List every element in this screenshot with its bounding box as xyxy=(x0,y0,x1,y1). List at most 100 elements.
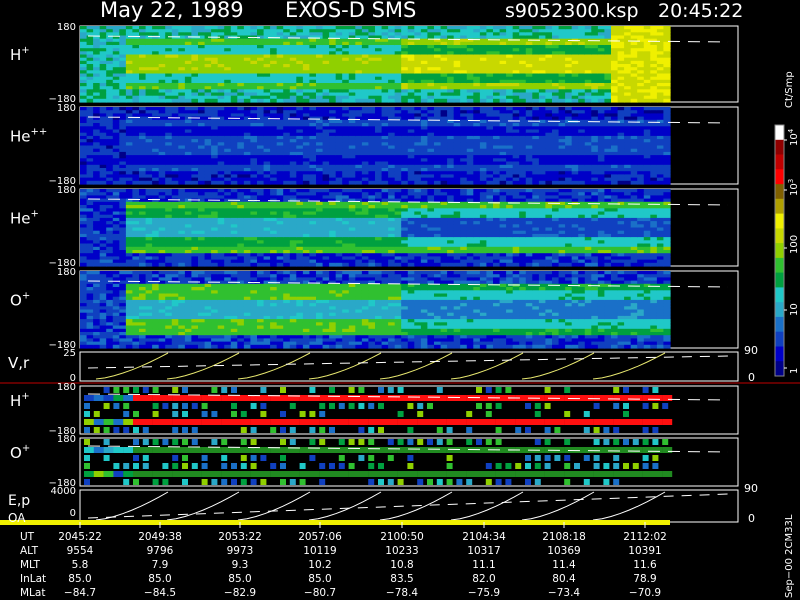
heat-cell xyxy=(283,98,291,103)
heat-cell xyxy=(191,98,199,103)
heat-cell xyxy=(165,180,173,185)
heat-cell xyxy=(106,123,114,127)
heat-cell xyxy=(460,123,468,127)
heat-cell xyxy=(479,98,488,103)
heat-cell xyxy=(316,180,324,185)
heat-cell xyxy=(414,123,422,127)
heat-cell xyxy=(453,161,461,166)
heat-cell xyxy=(99,262,107,267)
heat-cell xyxy=(217,262,225,267)
heat-cell xyxy=(158,180,166,185)
heat-cell xyxy=(479,180,488,185)
heat-cell xyxy=(525,123,533,127)
heat-cell xyxy=(532,123,540,127)
heat-cell xyxy=(171,161,179,166)
heat-cell xyxy=(125,123,134,127)
heat-cell xyxy=(86,98,94,103)
heat-cell xyxy=(637,123,645,127)
heat-cell xyxy=(420,180,429,185)
heat-cell xyxy=(152,161,160,166)
heat-cell xyxy=(184,98,193,103)
heat-cell xyxy=(322,98,330,103)
heat-cell xyxy=(630,180,638,185)
heat-cell xyxy=(565,161,573,166)
plot-instrument: EXOS-D SMS xyxy=(285,0,416,22)
heat-cell xyxy=(499,123,507,127)
heat-cell xyxy=(211,123,219,127)
heat-cell xyxy=(243,205,252,209)
heat-cell xyxy=(335,180,343,185)
heat-cell xyxy=(211,262,219,267)
heat-cell xyxy=(80,180,88,185)
heat-cell xyxy=(617,161,625,166)
heat-cell xyxy=(230,205,238,209)
heat-cell xyxy=(152,123,160,127)
heat-cell xyxy=(191,123,199,127)
heat-cell xyxy=(375,180,383,185)
heat-cell xyxy=(512,98,520,103)
heat-cell xyxy=(243,262,252,267)
heat-cell xyxy=(440,98,448,103)
heat-cell xyxy=(643,98,651,103)
heat-cell xyxy=(361,180,370,185)
sms-spectrogram-plot: May 22, 1989 EXOS-D SMS s9052300.ksp 20:… xyxy=(0,0,800,599)
heat-cell xyxy=(375,98,383,103)
heat-cell xyxy=(407,123,415,127)
heat-cell xyxy=(611,180,619,185)
heat-cell xyxy=(139,262,147,267)
heat-cell xyxy=(355,123,363,127)
heat-cell xyxy=(545,98,553,103)
heat-cell xyxy=(368,180,376,185)
heat-cell xyxy=(361,123,370,127)
heat-cell xyxy=(342,161,350,166)
heat-cell xyxy=(447,123,455,127)
heat-cell xyxy=(198,161,206,166)
heat-cell xyxy=(132,123,140,127)
heat-cell xyxy=(263,98,271,103)
heat-cell xyxy=(506,161,514,166)
heat-cell xyxy=(80,161,88,166)
heat-cell xyxy=(99,98,107,103)
heat-cell xyxy=(604,123,612,127)
heat-cell xyxy=(375,161,383,166)
heat-cell xyxy=(204,205,212,209)
heat-cell xyxy=(270,98,278,103)
heat-cell xyxy=(630,98,638,103)
heat-cell xyxy=(571,180,579,185)
heat-cell xyxy=(532,161,540,166)
heat-cell xyxy=(112,161,120,166)
panel-0-ymax: 180 xyxy=(57,22,76,33)
heat-cell xyxy=(178,262,186,267)
heat-cell xyxy=(388,180,396,185)
heat-cell xyxy=(106,205,114,209)
heat-cell xyxy=(578,123,586,127)
heat-cell xyxy=(250,243,258,248)
heat-cell xyxy=(257,123,265,127)
heat-cell xyxy=(420,123,429,127)
heat-cell xyxy=(578,98,586,103)
heat-cell xyxy=(643,123,651,127)
heat-cell xyxy=(204,262,212,267)
heat-cell xyxy=(106,262,114,267)
heat-cell xyxy=(361,98,370,103)
heat-cell xyxy=(184,123,193,127)
heat-cell xyxy=(355,98,363,103)
heat-cell xyxy=(348,123,356,127)
heat-cell xyxy=(329,123,337,127)
panel-1-species-label: He++ xyxy=(10,127,47,146)
heat-cell xyxy=(617,180,625,185)
heat-cell xyxy=(427,123,435,127)
heat-cell xyxy=(407,98,415,103)
heat-cell xyxy=(198,98,206,103)
heat-cell xyxy=(512,180,520,185)
heat-cell xyxy=(289,161,297,166)
heat-cell xyxy=(486,180,494,185)
heat-cell xyxy=(171,205,179,209)
heat-cell xyxy=(80,123,88,127)
heat-cell xyxy=(624,98,632,103)
heat-cell xyxy=(230,98,238,103)
heat-cell xyxy=(460,161,468,166)
heat-cell xyxy=(591,98,599,103)
heat-cell xyxy=(184,205,193,209)
heat-cell xyxy=(211,243,219,248)
